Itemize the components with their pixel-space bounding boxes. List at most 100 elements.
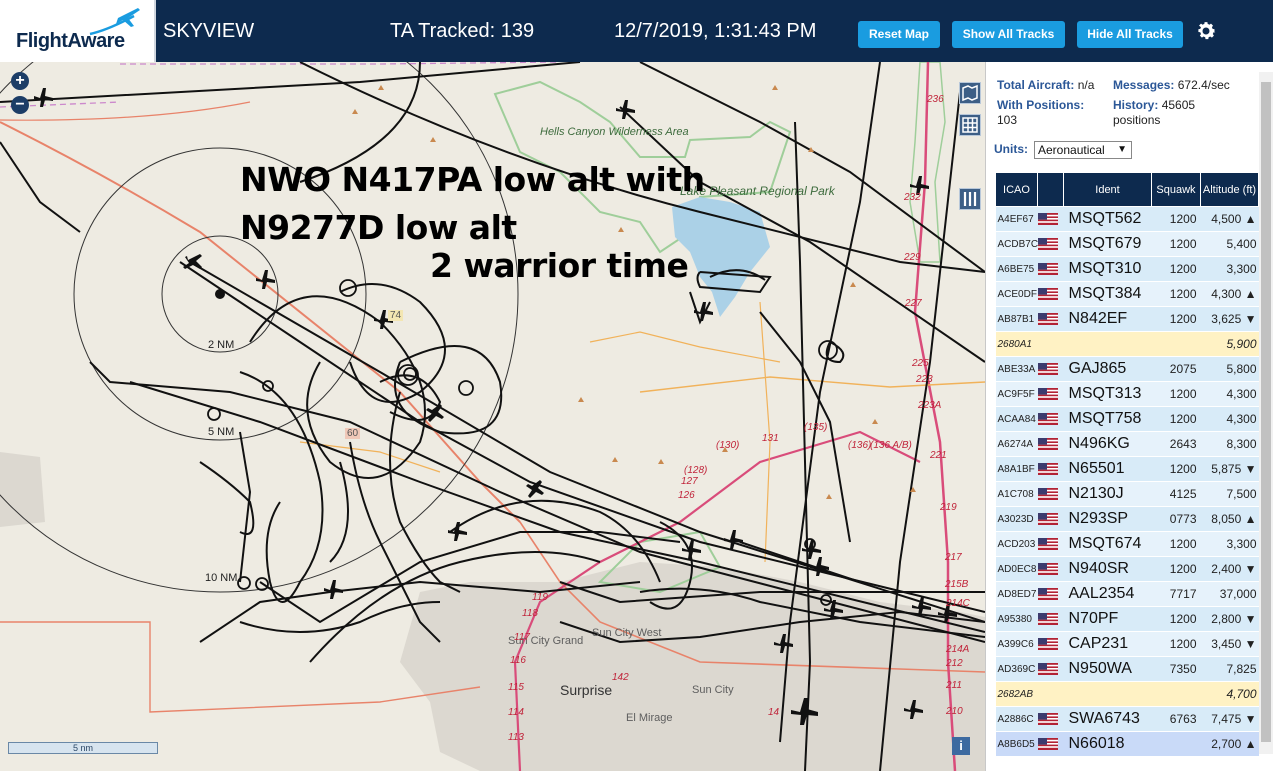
table-row[interactable]: A4EF67 MSQT562 1200 4,500 ▲ <box>995 206 1259 232</box>
table-row[interactable]: AD8ED7 AAL2354 7717 37,000 <box>995 581 1259 607</box>
columns-icon[interactable] <box>959 188 981 210</box>
table-row[interactable]: A399C6 CAP231 1200 3,450 ▼ <box>995 631 1259 657</box>
row-altitude: 4,300 <box>1200 406 1259 432</box>
map-view[interactable]: Hells Canyon Wilderness Area Lake Pleasa… <box>0 62 985 771</box>
us-flag-icon <box>1037 363 1058 376</box>
row-icao: ABE33A <box>995 356 1038 382</box>
row-squawk: 7350 <box>1151 656 1201 682</box>
us-flag-icon <box>1037 663 1058 676</box>
table-row[interactable]: ACAA84 MSQT758 1200 4,300 <box>995 406 1259 432</box>
table-row[interactable]: AB87B1 N842EF 1200 3,625 ▼ <box>995 306 1259 332</box>
row-altitude: 2,400 ▼ <box>1200 556 1259 582</box>
zoom-out-button[interactable]: − <box>11 96 29 114</box>
flag-icon <box>1037 681 1064 707</box>
highway-label: 211 <box>946 680 962 691</box>
annotation-line-3: 2 warrior time <box>430 246 689 285</box>
reset-map-button[interactable]: Reset Map <box>858 21 940 48</box>
row-icao: AD0EC8 <box>995 556 1038 582</box>
row-altitude: 4,300 ▲ <box>1200 281 1259 307</box>
flag-icon <box>1037 281 1064 307</box>
table-row[interactable]: ACE0DF MSQT384 1200 4,300 ▲ <box>995 281 1259 307</box>
row-squawk: 1200 <box>1151 381 1201 407</box>
with-positions-stat: With Positions: 103 <box>997 98 1085 127</box>
table-row[interactable]: A8A1BF N65501 1200 5,875 ▼ <box>995 456 1259 482</box>
table-row[interactable]: A6BE75 MSQT310 1200 3,300 <box>995 256 1259 282</box>
table-row[interactable]: A1C708 N2130J 4125 7,500 <box>995 481 1259 507</box>
row-ident: MSQT384 <box>1063 281 1152 307</box>
row-squawk <box>1151 331 1201 357</box>
row-squawk: 1200 <box>1151 606 1201 632</box>
highway-label: 229 <box>904 252 921 263</box>
us-flag-icon <box>1037 263 1058 276</box>
range-ring-label: 5 NM <box>208 426 235 438</box>
row-altitude: 7,825 <box>1200 656 1259 682</box>
table-row[interactable]: A95380 N70PF 1200 2,800 ▼ <box>995 606 1259 632</box>
us-flag-icon <box>1037 388 1058 401</box>
row-altitude: 5,875 ▼ <box>1200 456 1259 482</box>
row-ident: MSQT562 <box>1063 206 1152 232</box>
sun-city-west-label: Sun City West <box>592 627 662 639</box>
row-squawk <box>1151 681 1201 707</box>
row-icao: A6BE75 <box>995 256 1038 282</box>
table-row[interactable]: AD0EC8 N940SR 1200 2,400 ▼ <box>995 556 1259 582</box>
flag-icon <box>1037 606 1064 632</box>
map-layers-icon[interactable] <box>959 82 981 104</box>
row-altitude: 8,300 <box>1200 431 1259 457</box>
column-squawk[interactable]: Squawk <box>1151 172 1201 207</box>
table-header: ICAO Ident Squawk Altitude (ft) <box>995 172 1259 207</box>
row-ident: N940SR <box>1063 556 1152 582</box>
row-altitude: 37,000 <box>1200 581 1259 607</box>
table-row[interactable]: ABE33A GAJ865 2075 5,800 <box>995 356 1259 382</box>
annotation-line-2: N9277D low alt <box>240 208 517 247</box>
skyview-app: FlightAware SKYVIEW TA Tracked: 139 12/7… <box>0 0 1273 771</box>
column-icao[interactable]: ICAO <box>995 172 1038 207</box>
table-row[interactable]: ACD203 MSQT674 1200 3,300 <box>995 531 1259 557</box>
column-ident[interactable]: Ident <box>1063 172 1152 207</box>
table-row[interactable]: 2682AB 4,700 <box>995 681 1259 707</box>
highway-label: (130) <box>716 440 740 451</box>
flag-icon <box>1037 381 1064 407</box>
table-row[interactable]: A3023D N293SP 0773 8,050 ▲ <box>995 506 1259 532</box>
row-ident: N70PF <box>1063 606 1152 632</box>
total-aircraft-stat: Total Aircraft: n/a <box>997 78 1095 92</box>
table-row[interactable]: A8B6D5 N66018 2,700 ▲ <box>995 731 1259 757</box>
row-squawk: 0773 <box>1151 506 1201 532</box>
show-all-tracks-button[interactable]: Show All Tracks <box>952 21 1065 48</box>
table-row[interactable]: AD369C N950WA 7350 7,825 <box>995 656 1259 682</box>
grid-icon[interactable] <box>959 114 981 136</box>
scale-bar: 5 nm <box>8 742 158 754</box>
column-flag[interactable] <box>1037 172 1064 207</box>
row-ident: N496KG <box>1063 431 1152 457</box>
zoom-in-button[interactable]: + <box>11 72 29 90</box>
row-altitude: 7,475 ▼ <box>1200 706 1259 732</box>
us-flag-icon <box>1037 513 1058 526</box>
scrollbar-thumb[interactable] <box>1261 82 1271 742</box>
units-select[interactable]: Aeronautical ▼ <box>1034 141 1132 159</box>
table-row[interactable]: 2680A1 5,900 <box>995 331 1259 357</box>
highway-label: 223 <box>916 374 933 385</box>
row-icao: AD8ED7 <box>995 581 1038 607</box>
table-row[interactable]: A2886C SWA6743 6763 7,475 ▼ <box>995 706 1259 732</box>
flag-icon <box>1037 506 1064 532</box>
highway-label: 232 <box>904 192 921 203</box>
highway-label: 223A <box>918 400 942 411</box>
tracked-count: TA Tracked: 139 <box>390 20 535 42</box>
info-icon[interactable]: i <box>952 737 970 755</box>
column-altitude[interactable]: Altitude (ft) <box>1200 172 1259 207</box>
row-icao: A6274A <box>995 431 1038 457</box>
clock: 12/7/2019, 1:31:43 PM <box>614 20 817 42</box>
table-row[interactable]: AC9F5F MSQT313 1200 4,300 <box>995 381 1259 407</box>
table-row[interactable]: ACDB7C MSQT679 1200 5,400 <box>995 231 1259 257</box>
row-ident: GAJ865 <box>1063 356 1152 382</box>
row-altitude: 5,800 <box>1200 356 1259 382</box>
flightaware-logo[interactable]: FlightAware <box>0 0 156 62</box>
row-icao: A3023D <box>995 506 1038 532</box>
gear-icon[interactable] <box>1194 19 1218 43</box>
highway-label: (136) <box>848 440 872 451</box>
table-row[interactable]: A6274A N496KG 2643 8,300 <box>995 431 1259 457</box>
flag-icon <box>1037 731 1064 757</box>
hide-all-tracks-button[interactable]: Hide All Tracks <box>1077 21 1183 48</box>
row-squawk: 1200 <box>1151 406 1201 432</box>
row-altitude: 3,450 ▼ <box>1200 631 1259 657</box>
el-mirage-label: El Mirage <box>626 712 673 724</box>
